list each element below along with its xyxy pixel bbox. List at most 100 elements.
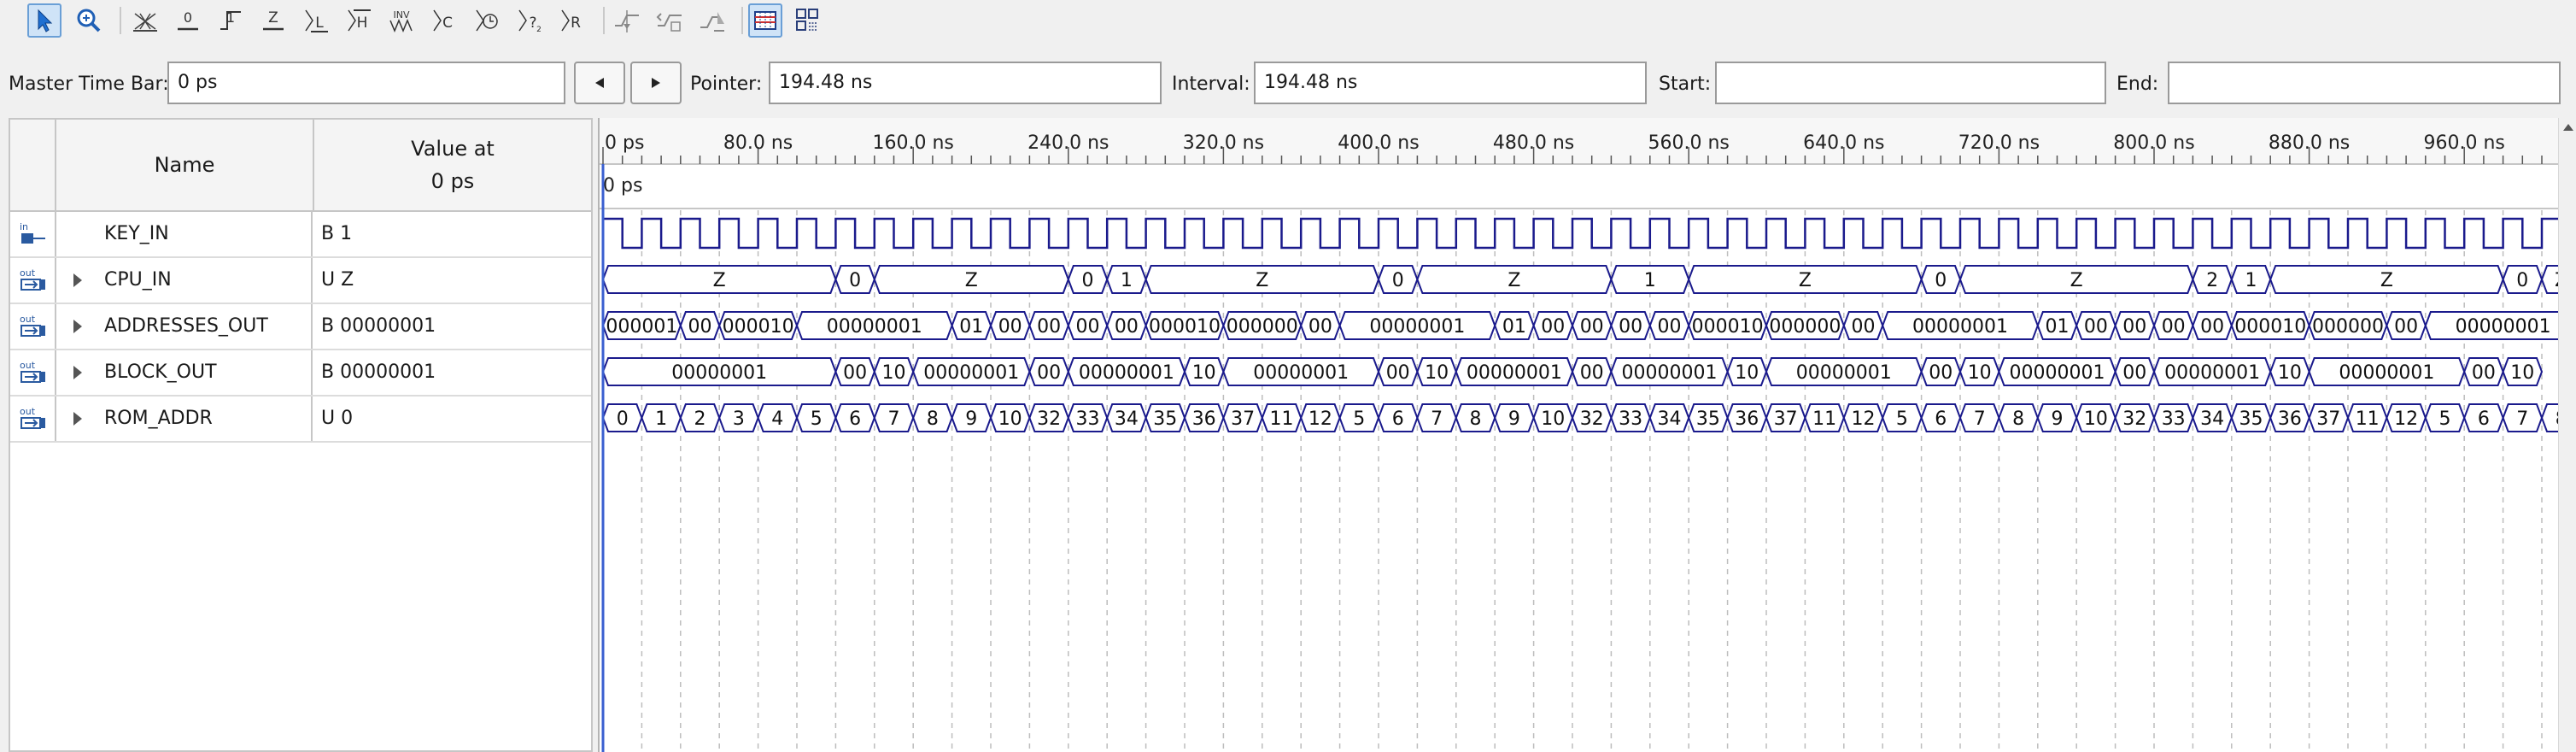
bus-segment-label: 000010 [1149,316,1221,338]
next-transition-button[interactable] [630,62,682,104]
waveform-panel[interactable]: 0 ps 80.0 ns 160.0 ns 240.0 ns 320.0 ns 400.0… [598,118,2576,752]
count-value-icon[interactable]: C [427,3,461,38]
interval-field[interactable]: 194.48 ns [1254,62,1647,104]
grid-view-icon[interactable] [748,3,782,38]
signal-row-key-in[interactable]: in KEY_IN B 1 [10,212,591,258]
high-impedance-icon[interactable]: Z [256,3,290,38]
signal-value: B 1 [321,223,353,244]
bus-segment-label: 00000001 [1467,362,1562,384]
snap-next-icon[interactable] [695,3,729,38]
bus-segment-label: 00 [1852,316,1876,338]
bus-segment-label: 00000001 [2456,316,2551,338]
bus-segment-label: 000010 [1692,316,1764,338]
signal-row-block-out[interactable]: out BLOCK_OUT B 00000001 [10,350,591,397]
name-column-header[interactable]: Name [56,120,314,212]
forcing-high-icon[interactable]: 1 [214,3,248,38]
bus-segment-label: 7 [1431,408,1443,430]
bus-segment-label: 33 [2162,408,2186,430]
snap-to-transition-icon[interactable] [610,3,644,38]
bus-segment-label: 32 [2122,408,2146,430]
bus-segment-label: 10 [2510,362,2534,384]
bus-segment-label: 6 [1392,408,1404,430]
output-pin-icon: out [10,397,56,441]
weak-high-icon[interactable]: H [342,3,376,38]
svg-text:R: R [571,15,581,32]
signal-name-text: CPU_IN [104,269,172,291]
bus-segment-label: 00 [1076,316,1100,338]
master-time-bar-field[interactable]: 0 ps [167,62,565,104]
previous-transition-button[interactable] [574,62,625,104]
bus-segment-label: 00 [2122,316,2146,338]
value-column-header[interactable]: Value at 0 ps [314,120,591,212]
bus-segment-label: 00 [1115,316,1139,338]
bus-segment-label: 9 [1508,408,1520,430]
clock-overwrite-icon[interactable] [470,3,504,38]
ruler-tick-label: 80.0 ns [723,132,793,154]
forcing-low-icon[interactable]: 0 [171,3,205,38]
signal-value: B 00000001 [321,315,436,337]
bus-segment-label: 33 [1619,408,1642,430]
pointer-field[interactable]: 194.48 ns [769,62,1162,104]
dont-care-icon[interactable]: ? 2 [512,3,547,38]
bus-segment-label: 10 [882,362,906,384]
vertical-scrollbar[interactable] [2558,118,2576,752]
pointer-label: Pointer: [690,73,763,95]
bus-segment-label: 8 [2012,408,2024,430]
signal-row-rom-addr[interactable]: out ROM_ADDR U 0 [10,397,591,443]
bus-segment-label: 8 [927,408,939,430]
ruler-tick-label: 640.0 ns [1803,132,1884,154]
time-bar: Master Time Bar: 0 ps Pointer: 194.48 ns… [0,41,2576,118]
svg-text:2: 2 [536,26,542,34]
select-pointer-icon[interactable] [27,3,61,38]
value-header-line1: Value at [411,137,495,161]
bus-segment-label: 00000001 [1369,316,1465,338]
bus-segment-label: 12 [1308,408,1332,430]
invert-icon[interactable]: INV [384,3,419,38]
ruler-tick-label: 480.0 ns [1493,132,1574,154]
bus-segment-label: 9 [2052,408,2064,430]
bus-segment-label: 6 [2478,408,2490,430]
end-field[interactable] [2168,62,2561,104]
bus-segment-label: 00000001 [1796,362,1892,384]
signal-table: Name Value at 0 ps in KEY_IN B 1 out CPU_IN U… [9,118,593,752]
bus-segment-label: 0 [617,408,629,430]
start-label: Start: [1659,73,1712,95]
settings-grid-icon[interactable] [791,3,825,38]
uninitialized-icon[interactable] [128,3,162,38]
expand-arrow-icon[interactable] [73,366,82,379]
signal-row-cpu-in[interactable]: out CPU_IN U Z [10,258,591,304]
bus-segment-label: 36 [1735,408,1759,430]
weak-low-icon[interactable]: L [299,3,333,38]
output-pin-icon: out [10,258,56,303]
scroll-up-icon[interactable] [2559,118,2576,137]
svg-text:out: out [20,360,36,371]
bus-segment-label: 00000001 [2164,362,2260,384]
bus-segment-label: 9 [965,408,977,430]
bus-segment-label: 4 [771,408,783,430]
snap-previous-icon[interactable] [653,3,687,38]
bus-segment-label: 00 [2084,316,2108,338]
bus-segment-label: 11 [2356,408,2380,430]
start-field[interactable] [1715,62,2106,104]
expand-arrow-icon[interactable] [73,320,82,333]
bus-segment-label: 00 [998,316,1022,338]
bus-segment-label: 8 [1470,408,1482,430]
toolbar: 0 1 Z L H INV C ? 2 R [0,0,2576,42]
bus-segment-label: 10 [2278,362,2302,384]
zoom-icon[interactable] [72,3,106,38]
type-column-header [10,120,56,212]
bus-segment-label: 2 [2206,270,2218,291]
bus-segment-label: 6 [849,408,861,430]
bus-segment-label: 11 [1270,408,1294,430]
expand-arrow-icon[interactable] [73,273,82,287]
bus-segment-label: 00000001 [2339,362,2434,384]
waveform-canvas[interactable]: 0 ps 80.0 ns 160.0 ns 240.0 ns 320.0 ns 400.0… [600,118,2559,752]
signal-name-text: ADDRESSES_OUT [104,315,268,337]
signal-value: U 0 [321,408,354,429]
expand-arrow-icon[interactable] [73,412,82,426]
random-values-icon[interactable]: R [555,3,589,38]
bus-segment-label: 00 [1580,362,1604,384]
signal-row-addresses-out[interactable]: out ADDRESSES_OUT B 00000001 [10,304,591,350]
bus-segment-label: Z [1508,270,1520,291]
bus-segment-label: 35 [2239,408,2263,430]
